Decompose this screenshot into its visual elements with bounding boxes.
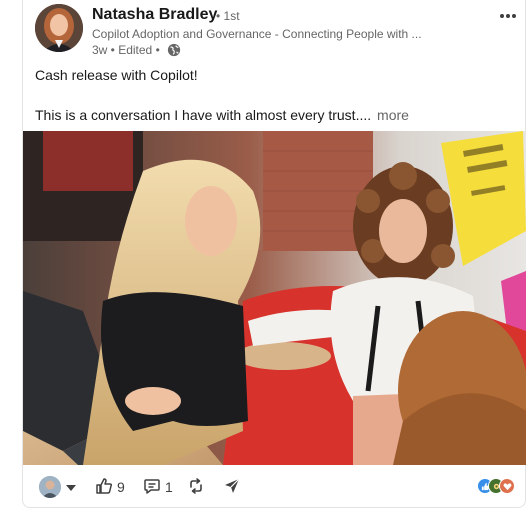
globe-icon: [167, 43, 181, 57]
like-button[interactable]: 9: [95, 474, 125, 500]
ellipsis-icon[interactable]: [496, 6, 520, 26]
comment-count: 1: [165, 479, 173, 495]
post-text: Cash release with Copilot! This is a con…: [35, 65, 515, 125]
send-icon: [223, 477, 241, 498]
post-meta: 3w • Edited •: [92, 43, 181, 57]
love-reaction-icon: [499, 478, 515, 494]
author-name[interactable]: Natasha Bradley: [92, 6, 217, 24]
see-more-link[interactable]: more: [377, 107, 409, 123]
repost-icon: [187, 477, 205, 498]
actor-switcher[interactable]: [39, 474, 77, 500]
caret-down-icon: [65, 479, 77, 495]
like-count: 9: [117, 479, 125, 495]
post-text-line-2: This is a conversation I have with almos…: [35, 105, 515, 125]
repost-button[interactable]: [187, 474, 205, 500]
comment-button[interactable]: 1: [143, 474, 173, 500]
social-actions-bar: 9 1: [35, 474, 515, 500]
author-avatar[interactable]: [35, 4, 83, 52]
post-time: 3w • Edited •: [92, 43, 160, 57]
send-button[interactable]: [223, 474, 241, 500]
author-headline: Copilot Adoption and Governance - Connec…: [92, 27, 422, 41]
current-user-avatar: [39, 476, 61, 498]
post-header: Natasha Bradley • 1st Copilot Adoption a…: [35, 4, 516, 57]
feed-post-card: Natasha Bradley • 1st Copilot Adoption a…: [22, 0, 526, 508]
comment-icon: [143, 477, 161, 498]
connection-degree: • 1st: [216, 9, 240, 23]
thumbs-up-icon: [95, 477, 113, 498]
post-text-body: This is a conversation I have with almos…: [35, 107, 372, 123]
post-image[interactable]: [23, 131, 526, 465]
post-text-line-1: Cash release with Copilot!: [35, 67, 198, 83]
reaction-summary[interactable]: [477, 478, 515, 494]
